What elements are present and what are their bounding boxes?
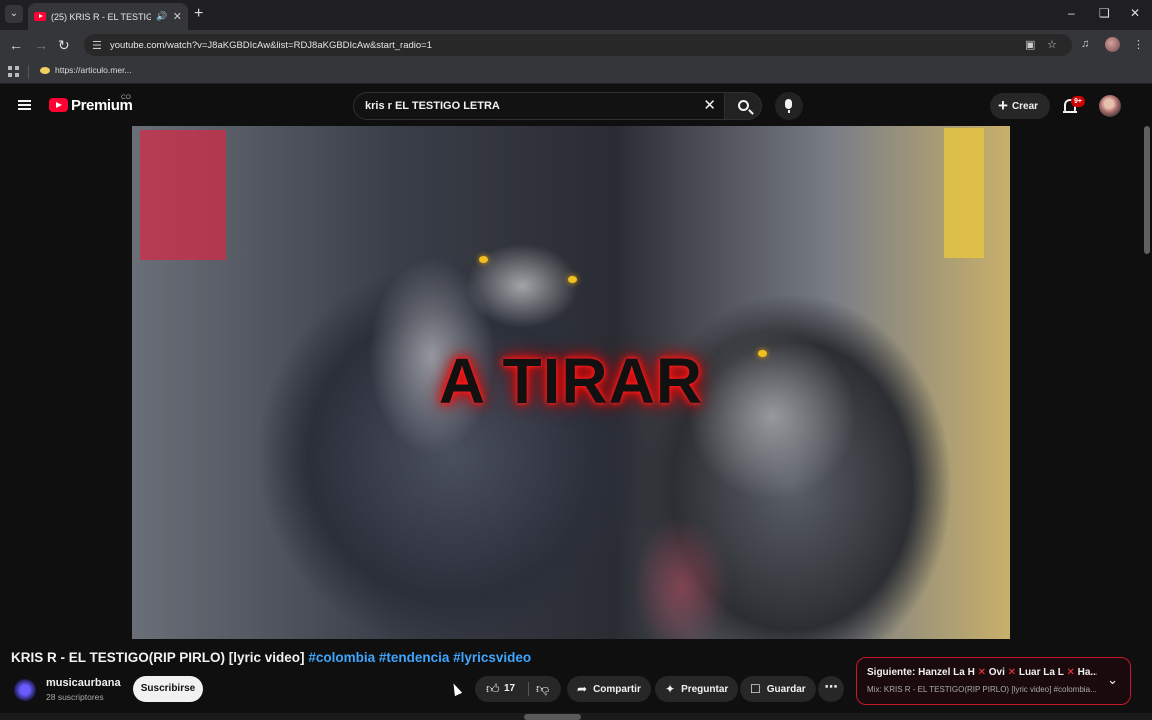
chevron-down-icon[interactable]: ⌄ [1107, 672, 1118, 688]
channel-name[interactable]: musicaurbana [46, 677, 121, 689]
address-url: youtube.com/watch?v=J8aKGBDIcAw&list=RDJ… [110, 39, 433, 51]
browser-menu-icon[interactable]: ⋮ [1133, 38, 1144, 51]
like-divider [528, 682, 529, 696]
mix-next-item: Luar La L [1018, 667, 1064, 678]
save-button[interactable]: ☐ Guardar [740, 676, 816, 702]
star-icon[interactable]: ☆ [1047, 38, 1057, 51]
share-icon: ➦ [577, 682, 588, 696]
browser-profile-avatar[interactable] [1105, 37, 1120, 52]
background-sign [140, 130, 226, 260]
mix-playlist-panel[interactable]: Siguiente: Hanzel La H ✕ Ovi ✕ Luar La L… [856, 657, 1131, 705]
horizontal-scrollbar-thumb[interactable] [524, 714, 581, 720]
voice-search-button[interactable] [775, 92, 803, 120]
video-player[interactable]: A TIRAR [132, 126, 1010, 639]
bookmark-item[interactable]: https://articulo.mer... [40, 65, 132, 75]
red-x-icon: ✕ [1066, 667, 1075, 678]
scrollbar-thumb[interactable] [1144, 126, 1150, 254]
bookmarks-bar [0, 60, 1152, 84]
page-scrollbar[interactable] [1144, 126, 1150, 636]
horizontal-scrollbar[interactable] [0, 713, 1152, 720]
search-input[interactable]: kris r EL TESTIGO LETRA ✕ [353, 92, 726, 120]
create-button[interactable]: + Crear [990, 93, 1050, 119]
lyric-overlay-text: A TIRAR [438, 345, 704, 417]
media-icon[interactable]: ♫ [1081, 38, 1089, 50]
bookmark-icon: ☐ [750, 682, 761, 696]
minimize-icon[interactable]: – [1068, 6, 1075, 20]
notification-badge: 9+ [1071, 96, 1085, 107]
subscriber-count: 28 suscriptores [46, 692, 104, 702]
sparkle-icon: ✦ [665, 682, 676, 696]
youtube-favicon [34, 12, 46, 21]
thumbs-up-icon[interactable]: 👍︎ [486, 681, 500, 697]
like-dislike-pill: 👍︎ 17 👎︎ [475, 676, 561, 702]
close-icon[interactable]: ✕ [173, 10, 182, 23]
create-label: Crear [1011, 100, 1039, 112]
speaker-icon[interactable]: 🔊 [156, 11, 167, 22]
ask-label: Preguntar [681, 683, 729, 695]
plus-icon: + [998, 96, 1008, 115]
mix-next-prefix: Siguiente: [867, 667, 916, 678]
hamburger-icon[interactable] [18, 100, 31, 110]
country-code: CO [121, 94, 131, 101]
video-hashtags[interactable]: #colombia #tendencia #lyricsvideo [308, 650, 531, 665]
red-x-icon: ✕ [1007, 667, 1017, 678]
mix-next-item: Ha... [1077, 667, 1097, 678]
like-count[interactable]: 17 [504, 683, 515, 694]
share-button[interactable]: ➦ Compartir [567, 676, 651, 702]
mix-next-item: Ovi [988, 667, 1005, 678]
maximize-icon[interactable]: ❏ [1099, 6, 1110, 20]
site-settings-icon[interactable]: ☰ [92, 39, 108, 52]
skull-eye [479, 256, 488, 263]
avatar[interactable] [1099, 95, 1121, 117]
tab-list-icon[interactable]: ⌄ [5, 5, 23, 23]
bookmark-favicon [40, 66, 50, 74]
mouse-cursor [449, 681, 463, 697]
more-icon[interactable]: ⋯ [818, 676, 844, 702]
clear-search-icon[interactable]: ✕ [703, 98, 716, 114]
share-label: Compartir [593, 683, 641, 695]
search-icon [738, 100, 749, 111]
subscribe-button[interactable]: Suscribirse [133, 676, 203, 702]
reload-icon[interactable]: ↻ [58, 36, 70, 54]
red-x-icon: ✕ [977, 667, 986, 678]
back-icon[interactable]: ← [9, 36, 23, 54]
youtube-logo-icon[interactable] [49, 98, 68, 112]
thumbs-down-icon[interactable]: 👎︎ [536, 681, 549, 697]
mix-next-line: Siguiente: Hanzel La H ✕ Ovi ✕ Luar La L… [867, 667, 1097, 678]
search-button[interactable] [724, 92, 762, 120]
ask-button[interactable]: ✦ Preguntar [655, 676, 739, 702]
skull-eye [568, 276, 577, 283]
save-label: Guardar [766, 683, 806, 695]
browser-tab-active[interactable]: (25) KRIS R - EL TESTIGO(RIP PIRLO) [lyr… [28, 3, 188, 30]
bookmarks-divider [28, 65, 29, 79]
forward-icon[interactable]: → [34, 36, 48, 54]
video-title: KRIS R - EL TESTIGO(RIP PIRLO) [lyric vi… [11, 650, 531, 665]
window-close-icon[interactable]: ✕ [1130, 6, 1140, 20]
mic-icon [785, 99, 792, 113]
mix-next-item: Hanzel La H [918, 667, 975, 678]
video-title-text: KRIS R - EL TESTIGO(RIP PIRLO) [lyric vi… [11, 650, 305, 665]
background-sign [944, 128, 984, 258]
apps-icon[interactable] [8, 66, 19, 77]
channel-avatar[interactable] [14, 679, 36, 701]
search-query: kris r EL TESTIGO LETRA [365, 100, 500, 112]
new-tab-plus-icon[interactable]: + [194, 5, 203, 23]
mix-subtitle: Mix: KRIS R - EL TESTIGO(RIP PIRLO) [lyr… [867, 685, 1097, 694]
address-bar[interactable]: ☰ youtube.com/watch?v=J8aKGBDIcAw&list=R… [84, 34, 1072, 56]
bookmark-label: https://articulo.mer... [55, 65, 132, 75]
tab-title: (25) KRIS R - EL TESTIGO(RIP PIRLO) [lyr… [51, 11, 151, 22]
install-icon[interactable]: ▣ [1025, 38, 1035, 51]
